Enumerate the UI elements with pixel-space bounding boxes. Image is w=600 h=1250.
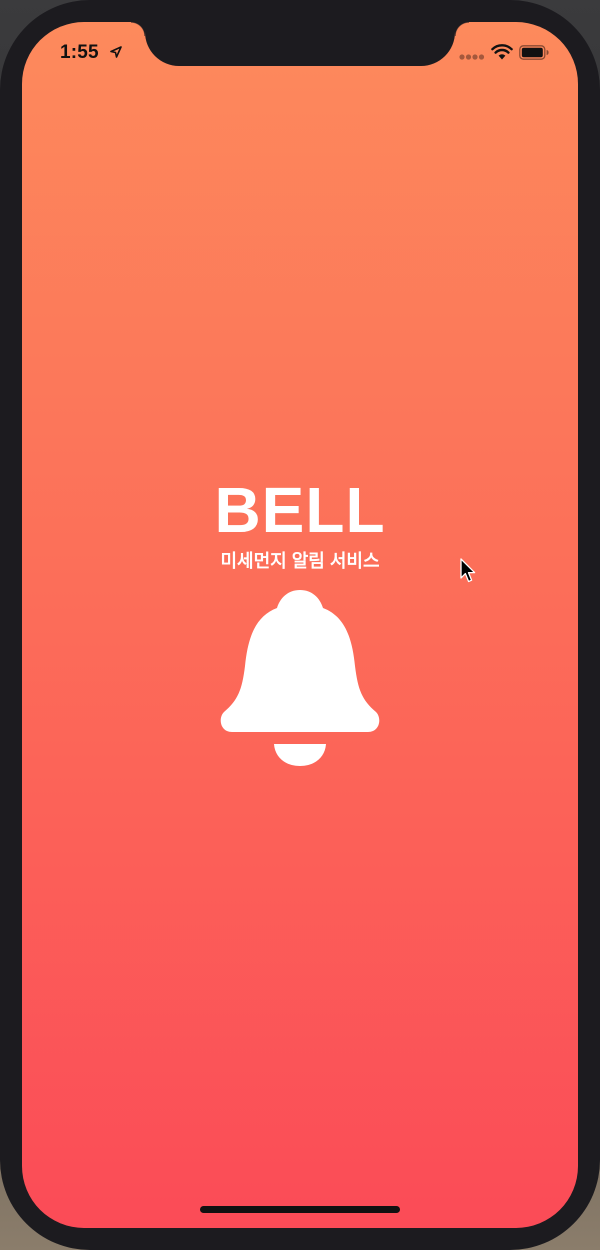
app-title: BELL [214,474,386,546]
app-subtitle: 미세먼지 알림 서비스 [220,551,380,571]
notch [131,22,469,66]
home-indicator[interactable] [200,1206,400,1213]
notch-layer [22,22,578,82]
phone-screen: 1:55 BELL 미세먼지 알림 서비스 [22,22,578,1228]
mouse-cursor-icon [460,558,476,583]
bell-icon [220,590,380,766]
splash-content: BELL 미세먼지 알림 서비스 [22,22,578,1228]
